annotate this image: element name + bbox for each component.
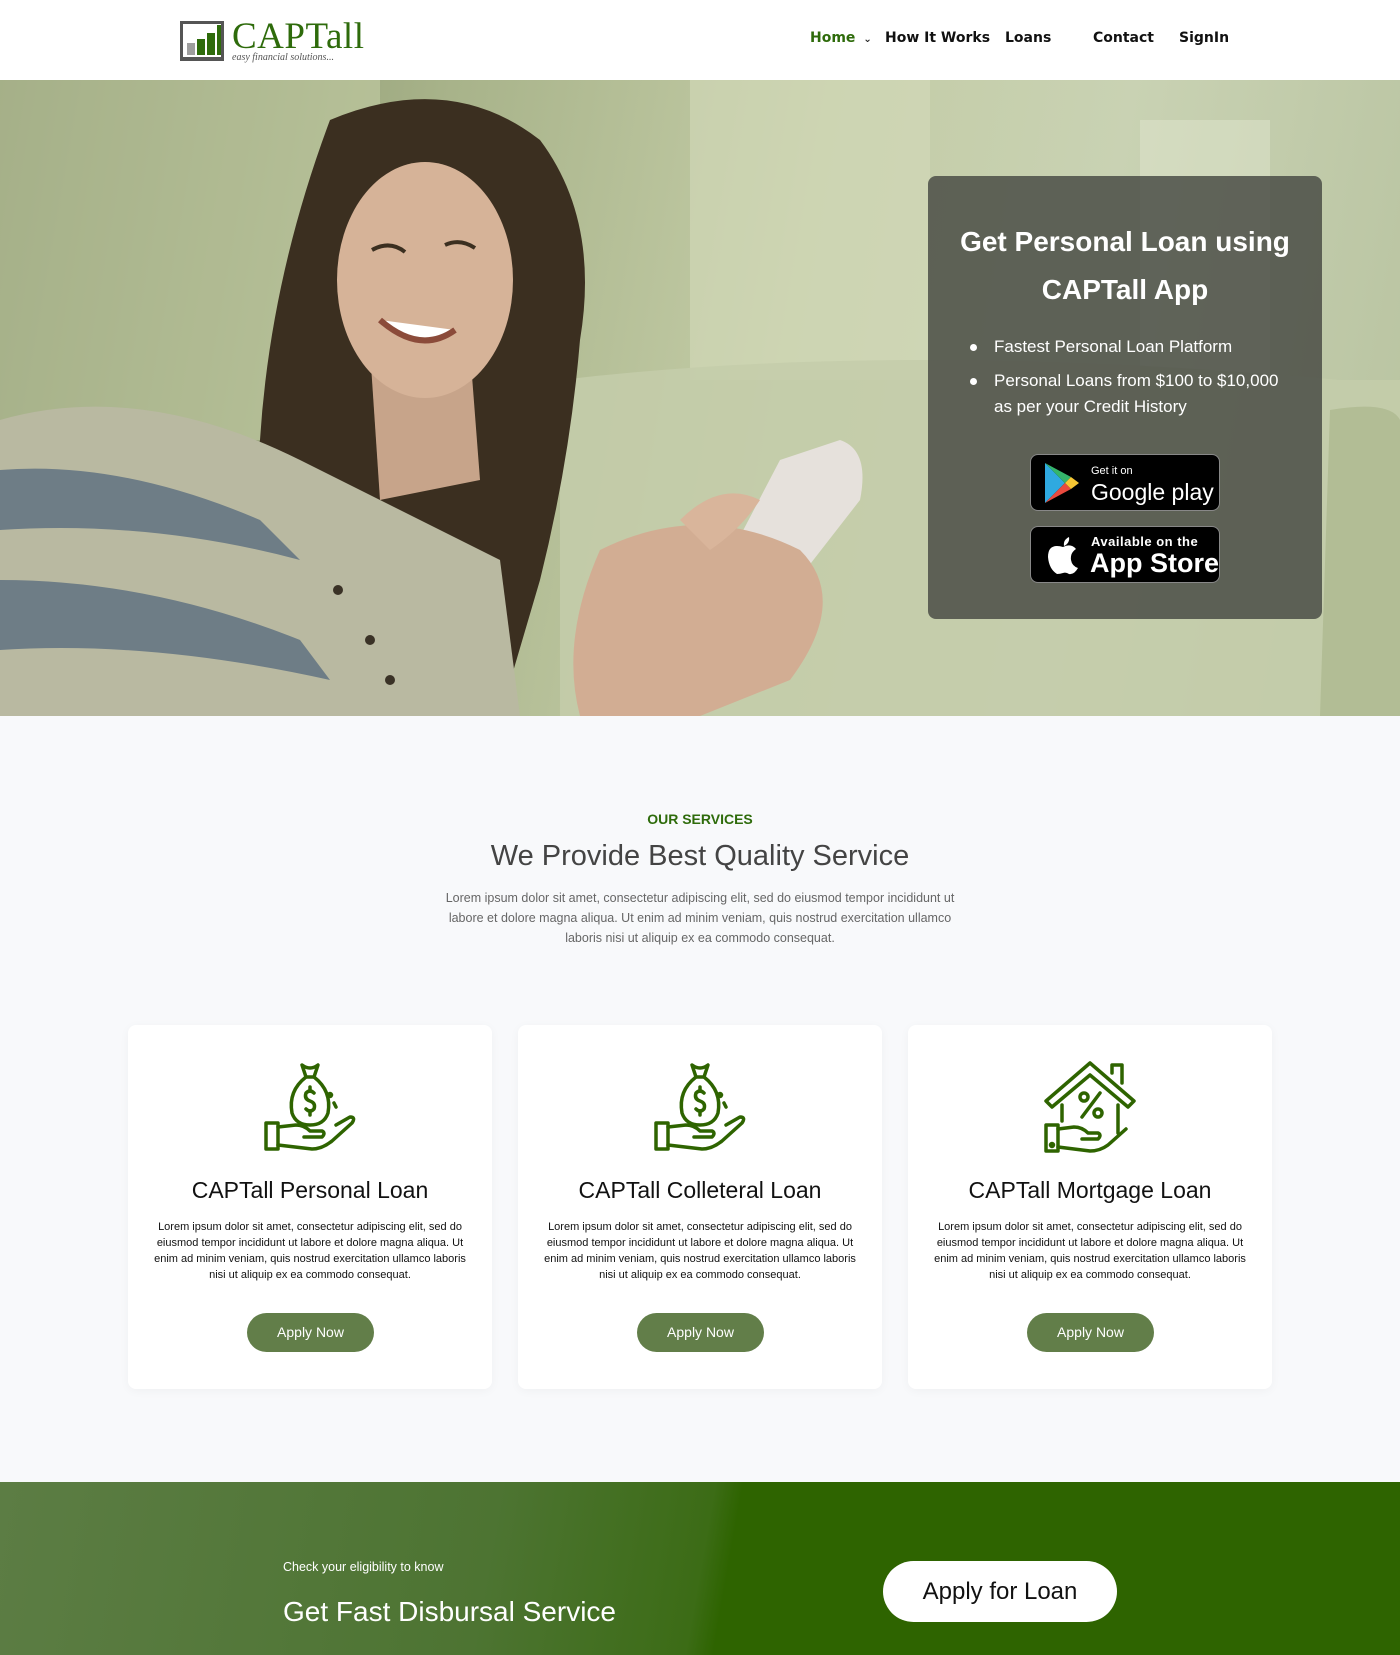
cta-title: Get Fast Disbursal Service (283, 1596, 616, 1627)
apple-icon (1048, 537, 1078, 575)
apply-now-button[interactable]: Apply Now (637, 1313, 764, 1352)
hero-feature-item: Personal Loans from $100 to $10,000 as p… (968, 368, 1298, 420)
service-card-text: Lorem ipsum dolor sit amet, consectetur … (154, 1221, 466, 1281)
hero-section: Get Personal Loan using CAPTall App Fast… (0, 80, 1400, 716)
chevron-down-icon[interactable]: ⌄ (863, 34, 871, 45)
service-card-text: Lorem ipsum dolor sit amet, consectetur … (544, 1221, 856, 1281)
services-kicker: OUR SERVICES (647, 811, 753, 827)
service-card-title: CAPTall Personal Loan (191, 1177, 429, 1203)
logo-chart-icon (180, 20, 224, 61)
brand-name: CAPTall (232, 16, 365, 57)
apply-now-button[interactable]: Apply Now (247, 1313, 374, 1352)
service-card-mortgage-loan: CAPTall Mortgage Loan Lorem ipsum dolor … (908, 1025, 1272, 1389)
nav-loans[interactable]: Loans (1005, 30, 1051, 46)
google-play-button[interactable]: Get it on Google play (1030, 454, 1220, 511)
brand-logo[interactable]: CAPTall easy financial solutions... (180, 18, 364, 63)
hero-title: Get Personal Loan using CAPTall App (960, 226, 1290, 305)
service-card-title: CAPTall Colleteral Loan (578, 1177, 822, 1203)
service-card-text: Lorem ipsum dolor sit amet, consectetur … (934, 1221, 1246, 1281)
services-description: Lorem ipsum dolor sit amet, consectetur … (445, 891, 955, 945)
app-store-button[interactable]: Available on the App Store (1030, 526, 1220, 583)
service-card-title: CAPTall Mortgage Loan (968, 1177, 1212, 1203)
hero-promo-card: Get Personal Loan using CAPTall App Fast… (928, 176, 1322, 619)
apply-now-button[interactable]: Apply Now (1027, 1313, 1154, 1352)
money-bag-hand-icon (264, 1063, 356, 1151)
hero-feature-item: Fastest Personal Loan Platform (968, 334, 1298, 360)
service-card-colleteral-loan: CAPTall Colleteral Loan Lorem ipsum dolo… (518, 1025, 882, 1389)
site-header: CAPTall easy financial solutions... Home… (0, 0, 1400, 80)
house-percent-hand-icon (1044, 1061, 1136, 1153)
hero-feature-list: Fastest Personal Loan Platform Personal … (968, 334, 1298, 428)
apply-for-loan-button[interactable]: Apply for Loan (883, 1561, 1117, 1622)
service-card-personal-loan: CAPTall Personal Loan Lorem ipsum dolor … (128, 1025, 492, 1389)
money-bag-hand-icon (654, 1063, 746, 1151)
nav-contact[interactable]: Contact (1093, 30, 1154, 46)
nav-how-it-works[interactable]: How It Works (885, 30, 990, 46)
nav-home[interactable]: Home ⌄ (810, 30, 872, 46)
cta-band: Check your eligibility to know Get Fast … (0, 1482, 1400, 1655)
services-title: We Provide Best Quality Service (490, 840, 910, 872)
google-play-icon (1045, 463, 1079, 503)
cta-kicker: Check your eligibility to know (283, 1560, 444, 1574)
nav-signin[interactable]: SignIn (1179, 30, 1229, 46)
